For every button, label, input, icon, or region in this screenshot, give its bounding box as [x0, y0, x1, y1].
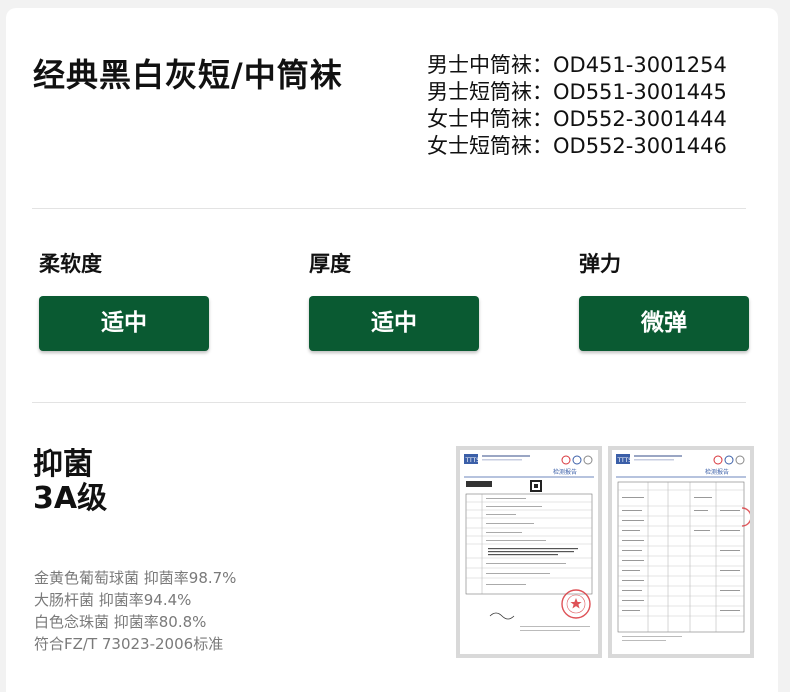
product-code-womens-short: 女士短筒袜：OD552-3001446 — [427, 134, 727, 158]
attribute-value-badge: 适中 — [39, 296, 209, 351]
attribute-label: 柔软度 — [39, 252, 102, 276]
fact-candida: 白色念珠菌 抑菌率80.8% — [34, 613, 207, 631]
attribute-label: 厚度 — [309, 252, 351, 276]
report-page-image: TTTS 检测报告 — [616, 454, 750, 641]
product-code-womens-mid: 女士中筒袜：OD552-3001444 — [427, 107, 727, 131]
antibacterial-title-line1: 抑菌 — [33, 447, 93, 482]
report-logo: TTTS — [465, 457, 481, 464]
report-page-image: TTTS 检测报告 — [464, 454, 594, 631]
fact-staphylococcus: 金黄色葡萄球菌 抑菌率98.7% — [34, 569, 237, 587]
section-divider-top — [32, 208, 746, 209]
product-code-mens-short: 男士短筒袜：OD551-3001445 — [427, 80, 727, 104]
section-divider-bottom — [32, 402, 746, 403]
antibacterial-facts: 金黄色葡萄球菌 抑菌率98.7% 大肠杆菌 抑菌率94.4% 白色念珠菌 抑菌率… — [34, 567, 236, 655]
attribute-value-badge: 微弹 — [579, 296, 749, 351]
antibacterial-grade: 3A级 — [33, 481, 108, 516]
attribute-elasticity: 弹力 微弹 — [579, 250, 751, 351]
product-title: 经典黑白灰短/中筒袜 — [33, 56, 343, 94]
report-logo: TTTS — [617, 457, 633, 464]
report-heading: 检测报告 — [705, 468, 729, 476]
test-report-thumbnail-2[interactable]: TTTS 检测报告 — [608, 446, 754, 658]
attribute-value-badge: 适中 — [309, 296, 479, 351]
antibacterial-title: 抑菌 3A级 — [33, 448, 107, 516]
product-code-list: 男士中筒袜：OD451-3001254 男士短筒袜：OD551-3001445 … — [427, 52, 757, 160]
attribute-softness: 柔软度 适中 — [39, 250, 211, 351]
report-heading: 检测报告 — [553, 468, 577, 476]
attribute-label: 弹力 — [579, 252, 621, 276]
product-code-mens-mid: 男士中筒袜：OD451-3001254 — [427, 53, 727, 77]
test-report-thumbnail-1[interactable]: TTTS 检测报告 — [456, 446, 602, 658]
fact-e-coli: 大肠杆菌 抑菌率94.4% — [34, 591, 192, 609]
fact-standard: 符合FZ/T 73023-2006标准 — [34, 635, 224, 653]
attribute-thickness: 厚度 适中 — [309, 250, 481, 351]
